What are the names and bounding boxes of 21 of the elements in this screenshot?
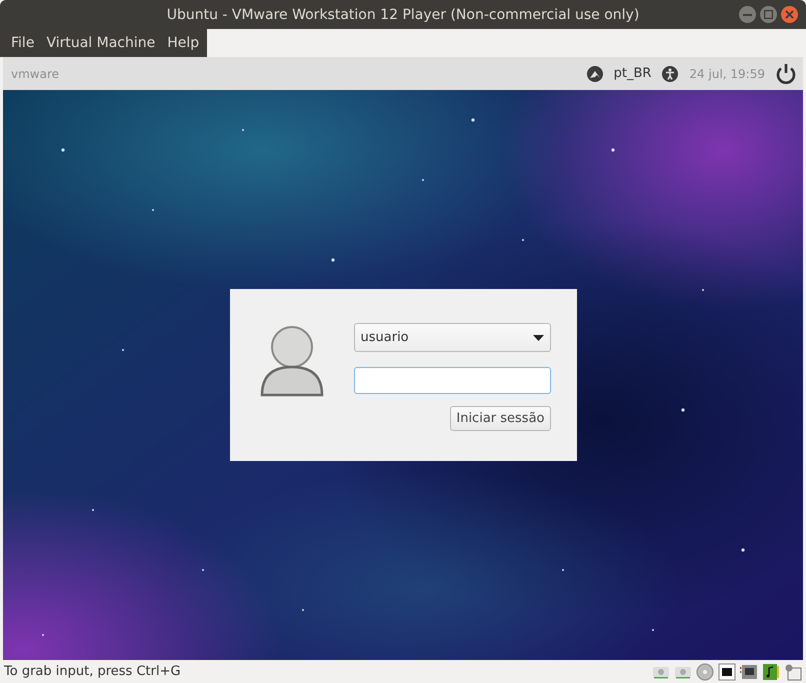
user-dropdown[interactable]: usuario [354, 323, 550, 352]
menu-item[interactable]: Help [161, 29, 206, 57]
monitor-icon[interactable] [740, 662, 758, 680]
clock-label: 24 jul, 19:59 [689, 66, 765, 80]
language-indicator[interactable]: pt_BR [614, 66, 652, 81]
power-icon[interactable] [775, 62, 797, 84]
menu-item[interactable]: Virtual Machine [40, 29, 162, 57]
close-icon [785, 10, 794, 19]
maximize-button[interactable] [760, 6, 777, 23]
status-message: To grab input, press Ctrl+G [4, 664, 181, 679]
caret-icon [532, 334, 544, 340]
accessibility-icon[interactable] [661, 64, 680, 82]
menu-item[interactable]: File [5, 29, 40, 57]
brand-label: vmware [11, 66, 60, 80]
sound-card-icon[interactable] [762, 662, 780, 680]
minimize-button[interactable] [739, 6, 756, 23]
window-title: Ubuntu - VMware Workstation 12 Player (Non-commercial use only) [166, 6, 640, 22]
maximize-icon [764, 10, 773, 19]
login-button[interactable]: Iniciar sessão [450, 406, 550, 431]
password-field[interactable] [354, 367, 550, 394]
close-button[interactable] [781, 6, 798, 23]
